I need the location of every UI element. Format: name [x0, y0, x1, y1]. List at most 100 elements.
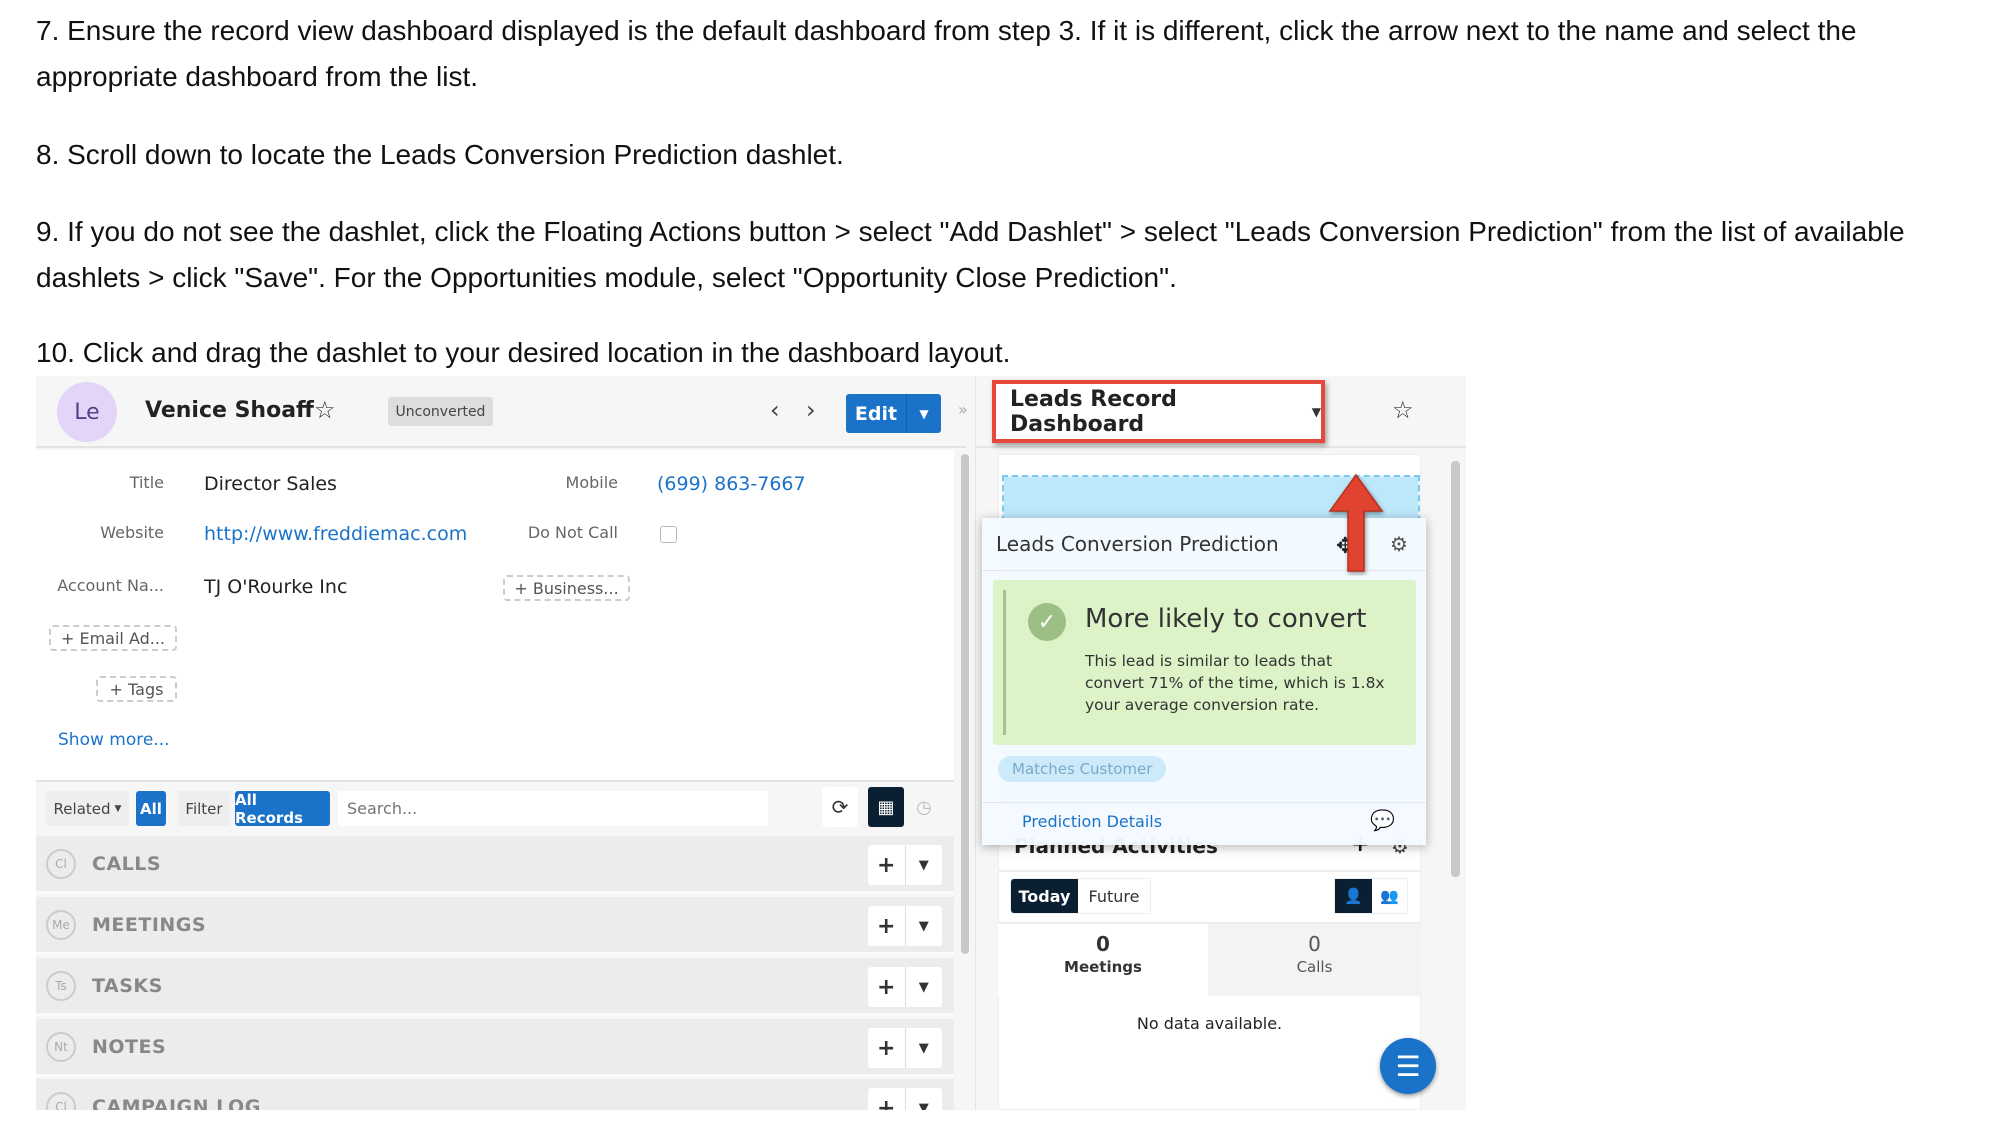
record-scrollbar[interactable]	[961, 454, 969, 954]
subpanel-search-input[interactable]	[338, 791, 768, 826]
floating-actions-menu-icon[interactable]: ☰	[1380, 1038, 1436, 1094]
step-7: 7. Ensure the record view dashboard disp…	[36, 15, 1857, 92]
prediction-result-box: ✓ More likely to convert This lead is si…	[993, 580, 1416, 745]
related-dropdown[interactable]: Related ▼	[46, 791, 129, 826]
subpanel-actions: + ▼	[868, 967, 942, 1007]
subpanel-actions: + ▼	[868, 1088, 942, 1110]
prediction-headline: More likely to convert	[1085, 604, 1367, 634]
future-tab[interactable]: Future	[1078, 879, 1150, 913]
dashlet-title: Leads Conversion Prediction	[996, 532, 1279, 556]
show-more-link[interactable]: Show more...	[58, 730, 170, 750]
check-circle-icon: ✓	[1028, 603, 1066, 641]
record-body	[36, 450, 954, 780]
sugar-screenshot: Le Venice Shoaff ☆ Unconverted ‹ › Edit …	[36, 376, 1466, 1110]
step-8: 8. Scroll down to locate the Leads Conve…	[36, 139, 844, 170]
dashboard-title: Leads Record Dashboard	[1010, 386, 1177, 437]
website-link[interactable]: http://www.freddiemac.com	[204, 523, 467, 545]
subpanel-label[interactable]: MEETINGS	[92, 914, 206, 936]
collapse-dashboard-icon[interactable]: »	[958, 400, 968, 419]
mobile-label: Mobile	[565, 473, 618, 492]
step-9: 9. If you do not see the dashlet, click …	[36, 216, 1905, 293]
subpanel-label[interactable]: CAMPAIGN LOG	[92, 1096, 261, 1110]
related-label: Related	[53, 799, 111, 818]
create-plus-icon[interactable]: +	[868, 967, 905, 1007]
step-10: 10. Click and drag the dashlet to your d…	[36, 337, 1011, 368]
team-activities-users-icon[interactable]: 👥	[1372, 879, 1407, 913]
list-view-icon[interactable]: ▦	[868, 787, 904, 827]
drag-direction-arrow-icon	[1328, 473, 1384, 572]
calls-label: Calls	[1296, 958, 1333, 976]
dashlet-gear-icon[interactable]: ⚙	[1390, 532, 1408, 556]
activity-stream-clock-icon[interactable]: ◷	[906, 787, 942, 827]
dashlet-footer-divider	[982, 802, 1426, 803]
favorite-star-icon[interactable]: ☆	[314, 396, 336, 424]
all-modules-button[interactable]: All	[136, 791, 166, 826]
create-plus-icon[interactable]: +	[868, 906, 905, 946]
calls-count: 0	[1308, 932, 1321, 956]
module-abbr-icon: Cl	[46, 1092, 76, 1110]
calls-tab[interactable]: 0 Calls	[1208, 924, 1421, 996]
add-business-button[interactable]: + Business...	[503, 575, 630, 601]
dashboard-favorite-star-icon[interactable]: ☆	[1392, 396, 1414, 424]
create-plus-icon[interactable]: +	[868, 845, 905, 885]
record-name: Venice Shoaff	[145, 398, 314, 423]
filter-label: Filter	[178, 791, 230, 826]
dashboard-scrollbar[interactable]	[1451, 461, 1460, 877]
website-label: Website	[100, 523, 164, 542]
create-plus-icon[interactable]: +	[868, 1088, 905, 1111]
actions-caret-icon[interactable]: ▼	[904, 845, 943, 885]
mobile-link[interactable]: (699) 863-7667	[657, 473, 806, 495]
my-activities-user-icon[interactable]: 👤	[1335, 879, 1372, 913]
subpanel-calls[interactable]: Cl CALLS + ▼	[36, 836, 954, 894]
create-plus-icon[interactable]: +	[868, 1028, 905, 1068]
comment-icon[interactable]: 💬	[1370, 808, 1395, 832]
do-not-call-checkbox[interactable]	[660, 526, 677, 543]
actions-caret-icon[interactable]: ▼	[904, 1028, 943, 1068]
meetings-label: Meetings	[1064, 958, 1142, 976]
status-badge: Unconverted	[388, 397, 493, 426]
actions-caret-icon[interactable]: ▼	[904, 906, 943, 946]
edit-button-group: Edit ▼	[846, 394, 941, 433]
subpanel-label[interactable]: CALLS	[92, 853, 161, 875]
refresh-icon[interactable]: ⟳	[822, 787, 858, 827]
meetings-count: 0	[1096, 932, 1110, 956]
subpanel-actions: + ▼	[868, 845, 942, 885]
subpanel-tasks[interactable]: Ts TASKS + ▼	[36, 958, 954, 1016]
edit-dropdown-caret-icon[interactable]: ▼	[906, 394, 941, 433]
prediction-details-link[interactable]: Prediction Details	[1022, 812, 1162, 831]
subpanel-meetings[interactable]: Me MEETINGS + ▼	[36, 897, 954, 955]
add-tags-button[interactable]: + Tags	[96, 676, 177, 702]
account-name-value[interactable]: TJ O'Rourke Inc	[204, 576, 347, 598]
today-future-toggle: Today Future	[1010, 878, 1151, 914]
do-not-call-label: Do Not Call	[527, 523, 618, 542]
add-email-button[interactable]: + Email Ad...	[49, 625, 177, 651]
dashboard-caret-icon[interactable]: ▼	[1312, 405, 1321, 419]
actions-caret-icon[interactable]: ▼	[904, 967, 943, 1007]
module-abbr-icon: Me	[46, 910, 76, 940]
previous-record-icon[interactable]: ‹	[770, 396, 780, 424]
no-data-message: No data available.	[1136, 1014, 1283, 1033]
subpanel-actions: + ▼	[868, 906, 942, 946]
subpanel-notes[interactable]: Nt NOTES + ▼	[36, 1019, 954, 1077]
next-record-icon[interactable]: ›	[806, 396, 816, 424]
result-accent-bar	[1003, 590, 1006, 735]
account-name-label: Account Na...	[57, 576, 164, 595]
subpanel-actions: + ▼	[868, 1028, 942, 1068]
subpanel-campaign-log[interactable]: Cl CAMPAIGN LOG + ▼	[36, 1079, 954, 1110]
dashboard-selector[interactable]: Leads Record Dashboard ▼	[992, 380, 1325, 443]
dashboard-header-divider	[975, 446, 1466, 448]
caret-down-icon: ▼	[114, 803, 122, 814]
actions-caret-icon[interactable]: ▼	[904, 1088, 943, 1110]
subpanel-label[interactable]: NOTES	[92, 1036, 166, 1058]
avatar: Le	[57, 382, 117, 442]
subpanel-label[interactable]: TASKS	[92, 975, 163, 997]
edit-button[interactable]: Edit	[846, 394, 906, 433]
module-abbr-icon: Ts	[46, 971, 76, 1001]
all-records-filter-button[interactable]: All Records	[235, 791, 330, 827]
matches-customer-tag: Matches Customer	[998, 756, 1167, 782]
today-tab[interactable]: Today	[1011, 879, 1078, 913]
title-value: Director Sales	[204, 473, 337, 495]
module-abbr-icon: Cl	[46, 849, 76, 879]
meetings-tab[interactable]: 0 Meetings	[998, 924, 1208, 996]
visibility-toggle: 👤 👥	[1334, 878, 1408, 914]
